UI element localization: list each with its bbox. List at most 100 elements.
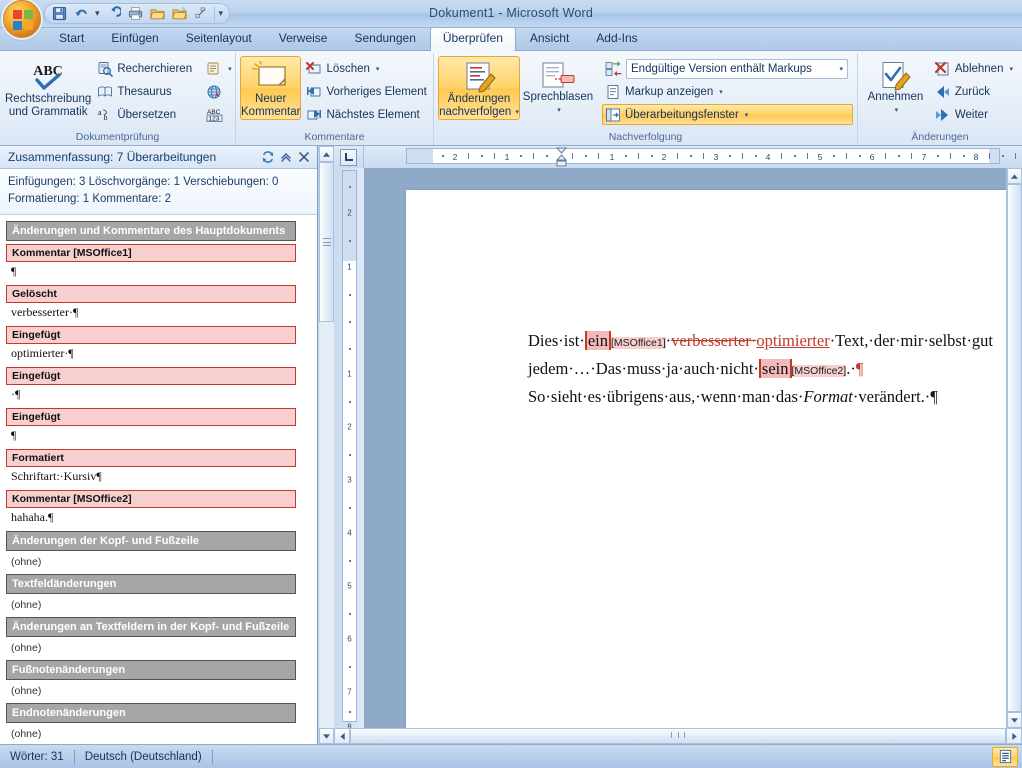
translate-button[interactable]: a b Übersetzen	[92, 104, 197, 125]
tab-stop-selector[interactable]	[334, 146, 364, 168]
spelling-grammar-button[interactable]: ABC Rechtschreibung und Grammatik	[4, 56, 92, 120]
hscroll-thumb[interactable]	[350, 728, 1006, 744]
scroll-thumb-grip	[322, 238, 331, 246]
revision-entry[interactable]: Kommentar [MSOffice2] hahaha.¶	[6, 490, 296, 531]
document-line[interactable]: jedem·…·Das·muss·ja·auch·nicht· sein [MSOf…	[528, 356, 1000, 384]
hscroll-track[interactable]	[350, 728, 1006, 744]
accept-caret-icon[interactable]: ▾	[895, 104, 899, 117]
balloons-button[interactable]: Sprechblasen ▾	[520, 56, 596, 118]
accept-button[interactable]: Annehmen ▾	[862, 56, 929, 118]
hscroll-left-icon[interactable]	[334, 728, 350, 744]
document-line[interactable]: Dies·ist· ein [MSOffice1]·verbesserter·opt…	[528, 328, 1000, 356]
display-for-review-combo[interactable]: Endgültige Version enthält Markups ▾	[626, 58, 848, 79]
document-scroll-track[interactable]	[1007, 184, 1022, 712]
document-scroll-thumb[interactable]	[1007, 184, 1022, 712]
show-markup-button[interactable]: Markup anzeigen ▾	[602, 81, 853, 102]
tab-einfuegen[interactable]: Einfügen	[98, 27, 171, 50]
revision-entry[interactable]: Kommentar [MSOffice1] ¶	[6, 244, 296, 285]
tab-start[interactable]: Start	[46, 27, 97, 50]
comment-reference-msoffice2[interactable]: [MSOffice2]	[791, 365, 847, 377]
translation-screentip-icon	[206, 61, 222, 77]
track-changes-caret-icon[interactable]: ▾	[515, 106, 519, 119]
document-horizontal-scrollbar[interactable]	[334, 728, 1022, 744]
document-text[interactable]: Dies·ist· ein [MSOffice1]·verbesserter·opt…	[528, 328, 1000, 410]
previous-item-icon	[306, 84, 322, 100]
next-item-button[interactable]: Nächstes Element	[301, 104, 431, 125]
reviewing-pane-scroll-track[interactable]	[319, 162, 334, 728]
reject-caret-icon[interactable]: ▾	[1009, 65, 1013, 73]
office-logo-icon	[13, 10, 33, 30]
doc-scroll-up-icon[interactable]	[1007, 168, 1022, 184]
scroll-down-icon[interactable]	[319, 728, 334, 744]
reviewing-pane-scrollbar[interactable]	[318, 146, 334, 744]
revision-entry-body: optimierter·¶	[11, 346, 74, 360]
reviewing-pane-caret-icon[interactable]: ▾	[745, 111, 749, 119]
new-comment-button[interactable]: Neuer Kommentar	[240, 56, 302, 120]
word-count-icon: ABC 123	[206, 107, 224, 123]
tab-verweise[interactable]: Verweise	[266, 27, 341, 50]
previous-item-label: Vorheriges Element	[326, 85, 427, 98]
horizontal-ruler[interactable]: 2 1 1 2 3 4 5 6 7 8 9 10	[364, 146, 1022, 168]
show-markup-caret-icon[interactable]: ▾	[719, 88, 723, 96]
revision-entry[interactable]: Eingefügt ·¶	[6, 367, 296, 408]
section-header-textbox-header-footer: Änderungen an Textfeldern in der Kopf- u…	[6, 617, 296, 637]
revision-entry[interactable]: Gelöscht verbesserter·¶	[6, 285, 296, 326]
revision-list[interactable]: Änderungen und Kommentare des Hauptdokum…	[0, 215, 317, 744]
tab-sendungen[interactable]: Sendungen	[341, 27, 428, 50]
set-language-button[interactable]	[201, 81, 237, 102]
document-vertical-scrollbar[interactable]	[1006, 168, 1022, 728]
reviewing-pane-button[interactable]: Überarbeitungsfenster ▾	[602, 104, 853, 125]
comment-anchor-msoffice1[interactable]: ein	[584, 331, 611, 350]
section-header-footnotes: Fußnotenänderungen	[6, 660, 296, 680]
next-change-button[interactable]: Weiter	[929, 104, 1018, 125]
revision-entry-body: ¶	[11, 264, 17, 278]
refresh-icon[interactable]	[259, 148, 277, 166]
tab-stop-left-icon[interactable]	[340, 148, 357, 166]
document-line[interactable]: So·sieht·es·übrigens·aus,·wenn·man·das·F…	[528, 384, 1000, 410]
translation-screentip-button[interactable]: ▾	[201, 58, 237, 79]
language-status[interactable]: Deutsch (Deutschland)	[85, 751, 212, 763]
thesaurus-button[interactable]: Thesaurus	[92, 81, 197, 102]
deleted-run[interactable]: verbesserter·	[671, 331, 756, 350]
tab-seitenlayout[interactable]: Seitenlayout	[173, 27, 265, 50]
first-line-indent-marker[interactable]	[555, 147, 568, 167]
close-pane-icon[interactable]	[295, 148, 313, 166]
horizontal-ruler-bar[interactable]: 2 1 1 2 3 4 5 6 7 8 9 10	[406, 147, 1016, 167]
doc-scroll-down-icon[interactable]	[1007, 712, 1022, 728]
display-for-review-arrow-icon[interactable]: ▾	[839, 65, 843, 73]
previous-item-button[interactable]: Vorheriges Element	[301, 81, 431, 102]
track-changes-button[interactable]: Änderungen nachverfolgen ▾	[438, 56, 520, 120]
office-button[interactable]	[3, 0, 41, 38]
revision-entry[interactable]: Eingefügt optimierter·¶	[6, 326, 296, 367]
text-run: .·	[846, 359, 856, 378]
revision-entry-header: Eingefügt	[6, 408, 296, 426]
tab-ueberpruefen[interactable]: Überprüfen	[429, 27, 516, 51]
comment-anchor-msoffice2[interactable]: sein	[758, 359, 792, 378]
delete-comment-caret-icon[interactable]: ▾	[376, 65, 380, 73]
print-layout-view-icon[interactable]	[992, 746, 1018, 767]
previous-change-button[interactable]: Zurück	[929, 81, 1018, 102]
tab-add-ins[interactable]: Add-Ins	[583, 27, 650, 50]
comment-reference-msoffice1[interactable]: [MSOffice1]	[611, 337, 666, 349]
scroll-up-icon[interactable]	[319, 146, 334, 162]
tab-ansicht[interactable]: Ansicht	[517, 27, 582, 50]
revision-entry-header: Kommentar [MSOffice2]	[6, 490, 296, 508]
ruler-left-margin	[407, 149, 433, 163]
balloons-caret-icon[interactable]: ▾	[557, 104, 561, 117]
hscroll-right-icon[interactable]	[1006, 728, 1022, 744]
research-button[interactable]: Recherchieren	[92, 58, 197, 79]
translation-screentip-caret-icon[interactable]: ▾	[228, 65, 232, 73]
word-count-button[interactable]: ABC 123	[201, 104, 237, 125]
collapse-icon[interactable]	[277, 148, 295, 166]
revision-entry[interactable]: Eingefügt ¶	[6, 408, 296, 449]
svg-text:123: 123	[209, 115, 220, 122]
document-page[interactable]: Dies·ist· ein [MSOffice1]·verbesserter·opt…	[406, 190, 1006, 728]
revision-entry[interactable]: Formatiert Schriftart:·Kursiv¶	[6, 449, 296, 490]
text-run: jedem·…·Das·muss·ja·auch·nicht·	[528, 359, 759, 378]
vertical-ruler-bar[interactable]: 2 1 1 2 3 4 5 6 7 8	[342, 170, 357, 728]
reject-button[interactable]: Ablehnen ▾	[929, 58, 1018, 79]
word-count-status[interactable]: Wörter: 31	[10, 751, 74, 763]
delete-comment-button[interactable]: Löschen ▾	[301, 58, 431, 79]
vertical-ruler[interactable]: 2 1 1 2 3 4 5 6 7 8	[334, 168, 364, 728]
inserted-run[interactable]: optimierter	[756, 331, 829, 350]
